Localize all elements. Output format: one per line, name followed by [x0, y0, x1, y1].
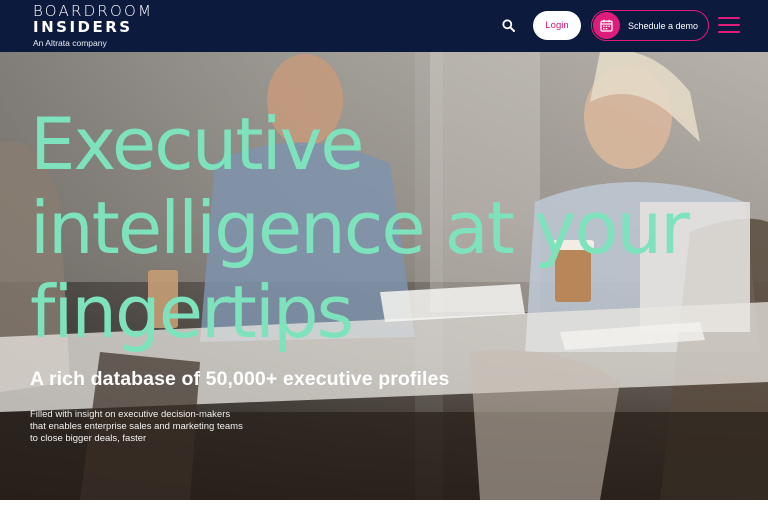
hero-section: Executive intelligence at your fingertip… [0, 52, 768, 500]
top-navigation-bar: BOARDROOM INSIDERS An Altrata company Lo… [0, 0, 768, 52]
brand-logo[interactable]: BOARDROOM INSIDERS An Altrata company [33, 4, 153, 49]
hero-heading-line-1: Executive [30, 102, 365, 186]
logo-word-insiders: INSIDERS [33, 18, 133, 36]
hero-subheading: A rich database of 50,000+ executive pro… [30, 368, 450, 390]
login-button[interactable]: Login [533, 11, 581, 40]
page-bottom-strip [0, 500, 768, 512]
hero-description: Filled with insight on executive decisio… [30, 409, 290, 445]
hero-description-line-2: that enables enterprise sales and market… [30, 421, 243, 432]
search-icon [501, 18, 515, 32]
schedule-demo-label: Schedule a demo [628, 20, 699, 31]
hero-heading-line-3: fingertips [30, 270, 354, 354]
hero-heading: Executive intelligence at your fingertip… [30, 102, 750, 354]
search-button[interactable] [498, 15, 518, 35]
hero-heading-line-2: intelligence at your [30, 186, 690, 270]
logo-word-boardroom: BOARDROOM [33, 2, 154, 20]
logo-tagline: An Altrata company [33, 38, 107, 48]
schedule-demo-button[interactable]: Schedule a demo [591, 10, 709, 41]
calendar-icon [593, 12, 620, 39]
hero-description-line-3: to close bigger deals, faster [30, 433, 147, 444]
hamburger-menu-icon[interactable] [718, 17, 740, 33]
hero-description-line-1: Filled with insight on executive decisio… [30, 409, 231, 420]
